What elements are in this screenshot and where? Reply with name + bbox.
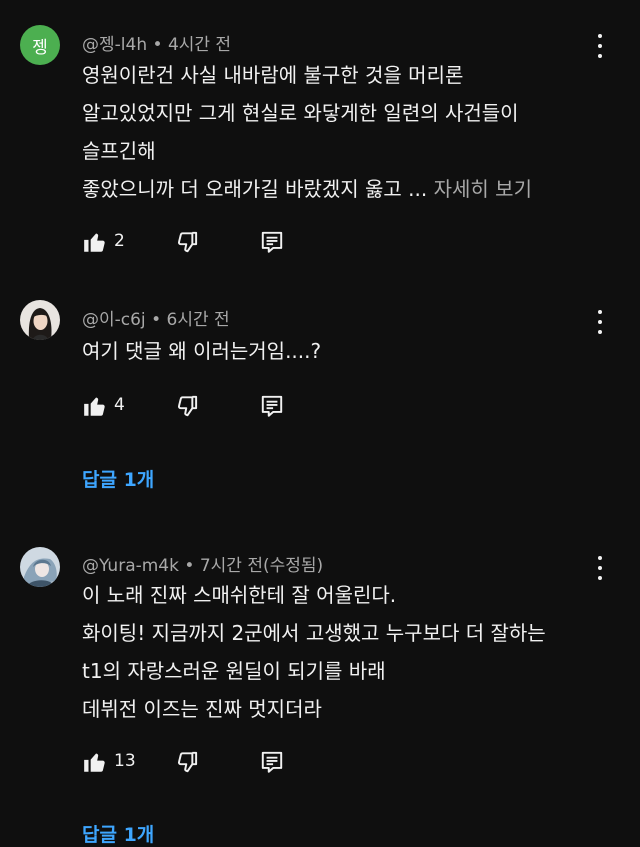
avatar[interactable]: 젱 — [20, 25, 60, 65]
like-icon[interactable] — [82, 393, 108, 419]
reply-icon[interactable] — [259, 749, 285, 775]
comment-handle[interactable]: @젱-l4h — [82, 35, 147, 55]
more-actions-icon[interactable] — [590, 32, 610, 60]
comment-handle[interactable]: @Yura-m4k — [82, 556, 179, 576]
comment-handle[interactable]: @이-c6j — [82, 310, 146, 330]
comment-line: 여기 댓글 왜 이러는거임....? — [82, 339, 322, 363]
dislike-icon[interactable] — [175, 229, 201, 255]
comment-line: 좋았으니까 더 오래가길 바랐겠지 옳고 ... — [82, 177, 428, 201]
more-actions-icon[interactable] — [590, 308, 610, 336]
meta-separator: • — [145, 310, 167, 330]
comment-text: 이 노래 진짜 스매쉬한테 잘 어울린다. 화이팅! 지금까지 2군에서 고생했… — [82, 576, 582, 728]
comment-line: t1의 자랑스러운 원딜이 되기를 바래 — [82, 659, 386, 683]
reply-icon[interactable] — [259, 393, 285, 419]
comment-meta: @Yura-m4k • 7시간 전(수정됨) — [82, 551, 323, 576]
comment-time[interactable]: 6시간 전 — [167, 310, 230, 330]
comment-time[interactable]: 7시간 전(수정됨) — [200, 556, 323, 576]
comment-meta: @젱-l4h • 4시간 전 — [82, 30, 231, 55]
comment-actions: 13 — [82, 749, 382, 779]
meta-separator: • — [147, 35, 168, 55]
avatar[interactable] — [20, 300, 60, 340]
more-actions-icon[interactable] — [590, 554, 610, 582]
view-replies-button[interactable]: 답글 1개 — [82, 820, 154, 847]
comment-line: 영원이란건 사실 내바람에 불구한 것을 머리론 — [82, 63, 464, 87]
comment-line: 알고있었지만 그게 현실로 와닿게한 일련의 사건들이 — [82, 101, 519, 125]
comment-time[interactable]: 4시간 전 — [168, 35, 231, 55]
comment-line: 슬프긴해 — [82, 139, 156, 163]
comment-line: 화이팅! 지금까지 2군에서 고생했고 누구보다 더 잘하는 — [82, 621, 546, 645]
comment-line: 데뷔전 이즈는 진짜 멋지더라 — [82, 697, 322, 721]
dislike-icon[interactable] — [175, 749, 201, 775]
like-count: 13 — [114, 751, 136, 771]
avatar-letter: 젱 — [32, 37, 48, 58]
like-count: 2 — [114, 231, 125, 251]
comment-text: 여기 댓글 왜 이러는거임....? — [82, 332, 582, 370]
comment-text: 영원이란건 사실 내바람에 불구한 것을 머리론 알고있었지만 그게 현실로 와… — [82, 56, 582, 208]
like-count: 4 — [114, 395, 125, 415]
comment-meta: @이-c6j • 6시간 전 — [82, 305, 230, 330]
like-icon[interactable] — [82, 749, 108, 775]
reply-icon[interactable] — [259, 229, 285, 255]
comment-line: 이 노래 진짜 스매쉬한테 잘 어울린다. — [82, 583, 397, 607]
dislike-icon[interactable] — [175, 393, 201, 419]
comment-actions: 2 — [82, 229, 382, 259]
like-icon[interactable] — [82, 229, 108, 255]
comment-actions: 4 — [82, 393, 382, 423]
meta-separator: • — [178, 556, 200, 576]
avatar[interactable] — [20, 547, 60, 587]
view-replies-button[interactable]: 답글 1개 — [82, 465, 154, 492]
read-more-link[interactable]: 자세히 보기 — [434, 177, 532, 201]
